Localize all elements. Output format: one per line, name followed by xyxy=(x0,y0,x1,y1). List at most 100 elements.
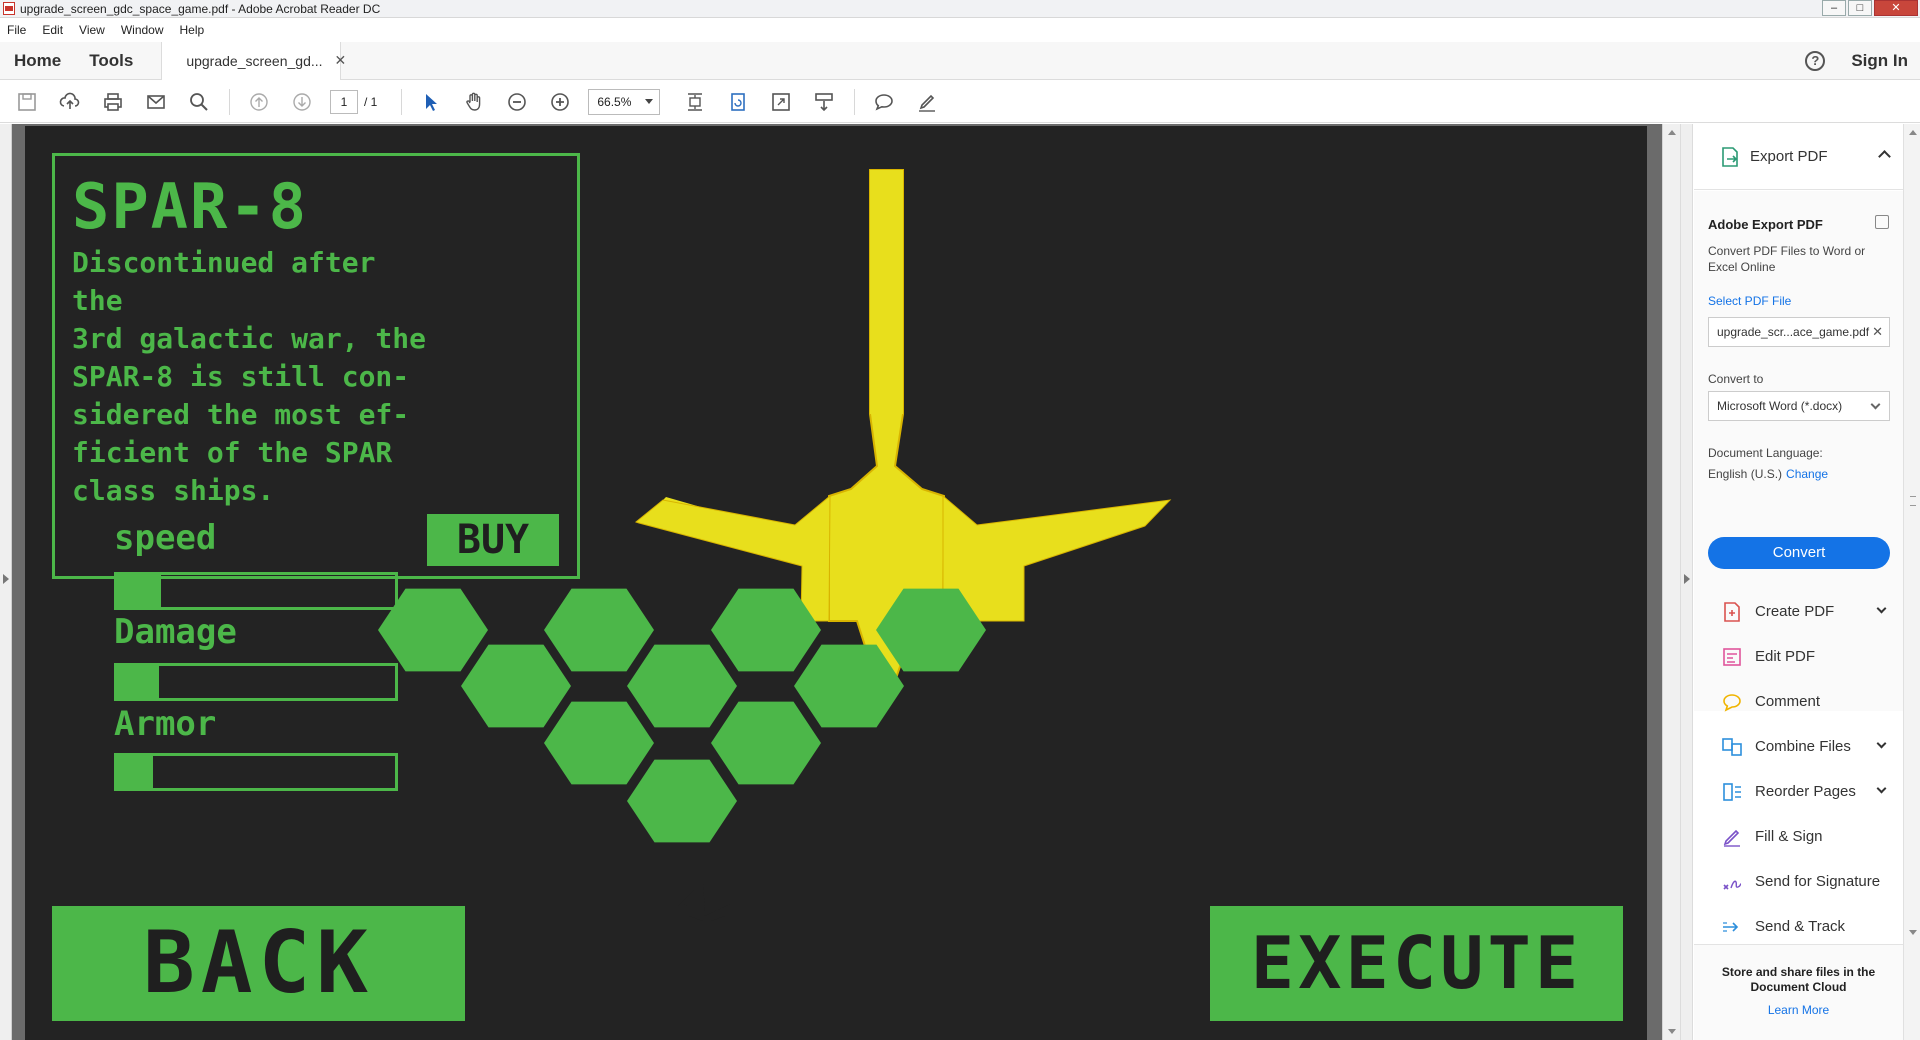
clear-file-icon[interactable]: ✕ xyxy=(1872,318,1883,346)
convert-format-select[interactable]: Microsoft Word (*.docx) xyxy=(1708,391,1890,421)
document-tab[interactable]: upgrade_screen_gd... ✕ xyxy=(161,41,346,80)
menu-view[interactable]: View xyxy=(72,23,114,37)
chevron-down-icon[interactable] xyxy=(1876,603,1887,614)
zoom-out-icon[interactable] xyxy=(502,87,532,117)
tool-item[interactable]: Send & Track xyxy=(1694,904,1903,949)
upgrade-hex-slot[interactable] xyxy=(544,701,654,785)
tool-item-label: Comment xyxy=(1755,693,1821,710)
minimize-button[interactable]: – xyxy=(1822,0,1846,16)
tool-item[interactable]: Edit PDF xyxy=(1694,634,1903,679)
learn-more-link[interactable]: Learn More xyxy=(1694,1003,1903,1017)
reorder-pages-icon xyxy=(1721,781,1743,803)
menu-file[interactable]: File xyxy=(0,23,35,37)
tool-item[interactable]: Fill & Sign xyxy=(1694,814,1903,859)
title-bar: upgrade_screen_gdc_space_game.pdf - Adob… xyxy=(0,0,1920,18)
upgrade-hex-slot[interactable] xyxy=(711,701,821,785)
stat-fill-damage xyxy=(117,666,159,698)
rotate-page-icon[interactable] xyxy=(723,87,753,117)
document-language-value: English (U.S.) xyxy=(1708,467,1783,481)
select-pdf-file-link[interactable]: Select PDF File xyxy=(1708,294,1791,308)
tools-pane: Export PDF Adobe Export PDF Convert PDF … xyxy=(1680,124,1920,1040)
chevron-down-icon[interactable] xyxy=(1876,738,1887,749)
copy-icon[interactable] xyxy=(1875,215,1889,229)
tool-item[interactable]: Reorder Pages xyxy=(1694,769,1903,814)
page-number-input[interactable]: 1 xyxy=(330,89,358,114)
tool-item[interactable]: Comment xyxy=(1694,679,1903,724)
close-tab-icon[interactable]: ✕ xyxy=(335,52,347,69)
upgrade-hex-slot[interactable] xyxy=(627,644,737,728)
scroll-up-icon[interactable] xyxy=(1909,130,1917,135)
menu-edit[interactable]: Edit xyxy=(35,23,72,37)
ship-name: SPAR-8 xyxy=(72,170,308,243)
tool-item-label: Fill & Sign xyxy=(1755,828,1823,845)
chevron-up-icon[interactable] xyxy=(1878,150,1891,163)
toolbar-divider xyxy=(401,88,403,115)
full-screen-icon[interactable] xyxy=(766,87,796,117)
chevron-down-icon xyxy=(645,98,654,104)
document-cloud-promo: Store and share files in the Document Cl… xyxy=(1694,944,1903,1040)
change-language-link[interactable]: Change xyxy=(1786,467,1828,481)
scroll-up-icon[interactable] xyxy=(1668,130,1676,135)
next-page-icon[interactable] xyxy=(287,87,317,117)
comment-icon[interactable] xyxy=(869,87,899,117)
ship-description: Discontinued after the 3rd galactic war,… xyxy=(72,246,427,507)
convert-to-label: Convert to xyxy=(1708,372,1764,386)
menu-help[interactable]: Help xyxy=(173,23,214,37)
tool-item[interactable]: Create PDF xyxy=(1694,589,1903,634)
zoom-in-icon[interactable] xyxy=(545,87,575,117)
tool-item-label: Send & Track xyxy=(1755,918,1846,935)
upgrade-hex-slot[interactable] xyxy=(627,759,737,843)
upgrade-hex-slot[interactable] xyxy=(461,644,571,728)
scroll-grip[interactable] xyxy=(1910,496,1916,506)
document-viewport: SPAR-8 Discontinued after the 3rd galact… xyxy=(0,124,1680,1040)
convert-button[interactable]: Convert xyxy=(1708,537,1890,569)
nav-home[interactable]: Home xyxy=(0,51,75,71)
pdf-page: SPAR-8 Discontinued after the 3rd galact… xyxy=(25,126,1647,1040)
help-icon[interactable]: ? xyxy=(1805,51,1826,71)
scroll-mode-icon[interactable] xyxy=(809,87,839,117)
nav-tools[interactable]: Tools xyxy=(75,51,147,71)
email-icon[interactable] xyxy=(141,87,171,117)
tools-pane-scrollbar[interactable] xyxy=(1903,124,1920,1040)
menu-window[interactable]: Window xyxy=(114,23,173,37)
upgrade-hex-slot[interactable] xyxy=(544,588,654,672)
ship-right-wing xyxy=(942,494,1172,622)
left-panel-toggle[interactable] xyxy=(0,124,12,1040)
tool-item-label: Create PDF xyxy=(1755,603,1835,620)
sign-in-link[interactable]: Sign In xyxy=(1851,51,1908,71)
back-button[interactable]: BACK xyxy=(52,906,465,1021)
toolbar-divider xyxy=(229,88,230,115)
chevron-down-icon[interactable] xyxy=(1876,783,1887,794)
menu-bar: File Edit View Window Help xyxy=(0,19,1920,41)
hand-tool-icon[interactable] xyxy=(459,87,489,117)
selected-file-field[interactable]: upgrade_scr...ace_game.pdf ✕ xyxy=(1708,317,1890,347)
maximize-button[interactable]: □ xyxy=(1848,0,1872,16)
nav-bar: Home Tools upgrade_screen_gd... ✕ ? Sign… xyxy=(0,41,1920,80)
buy-button[interactable]: BUY xyxy=(427,514,559,566)
tool-item[interactable]: Send for Signature xyxy=(1694,859,1903,904)
tool-item[interactable]: Combine Files xyxy=(1694,724,1903,769)
upload-cloud-icon[interactable] xyxy=(55,87,85,117)
document-language-label: Document Language: xyxy=(1708,446,1823,460)
stat-label-speed: speed xyxy=(114,518,217,558)
export-pdf-header[interactable]: Export PDF xyxy=(1694,124,1903,190)
zoom-level-select[interactable]: 66.5% xyxy=(588,88,661,115)
previous-page-icon[interactable] xyxy=(244,87,274,117)
close-window-button[interactable]: ✕ xyxy=(1874,0,1918,16)
search-icon[interactable] xyxy=(184,87,214,117)
selected-file-name: upgrade_scr...ace_game.pdf xyxy=(1717,325,1870,339)
scroll-down-icon[interactable] xyxy=(1909,930,1917,935)
select-cursor-icon[interactable] xyxy=(416,87,446,117)
execute-button[interactable]: EXECUTE xyxy=(1210,906,1623,1021)
print-icon[interactable] xyxy=(98,87,128,117)
stat-label-armor: Armor xyxy=(114,704,217,744)
stat-bar-speed xyxy=(114,572,398,610)
scroll-down-icon[interactable] xyxy=(1668,1029,1676,1034)
document-scrollbar[interactable] xyxy=(1662,124,1680,1040)
save-icon[interactable] xyxy=(12,87,42,117)
tools-pane-toggle[interactable] xyxy=(1681,124,1693,1040)
fit-page-icon[interactable] xyxy=(680,87,710,117)
create-pdf-icon xyxy=(1721,601,1743,623)
toolbar: 1 / 1 66.5% xyxy=(0,81,1920,123)
highlight-pen-icon[interactable] xyxy=(912,87,942,117)
